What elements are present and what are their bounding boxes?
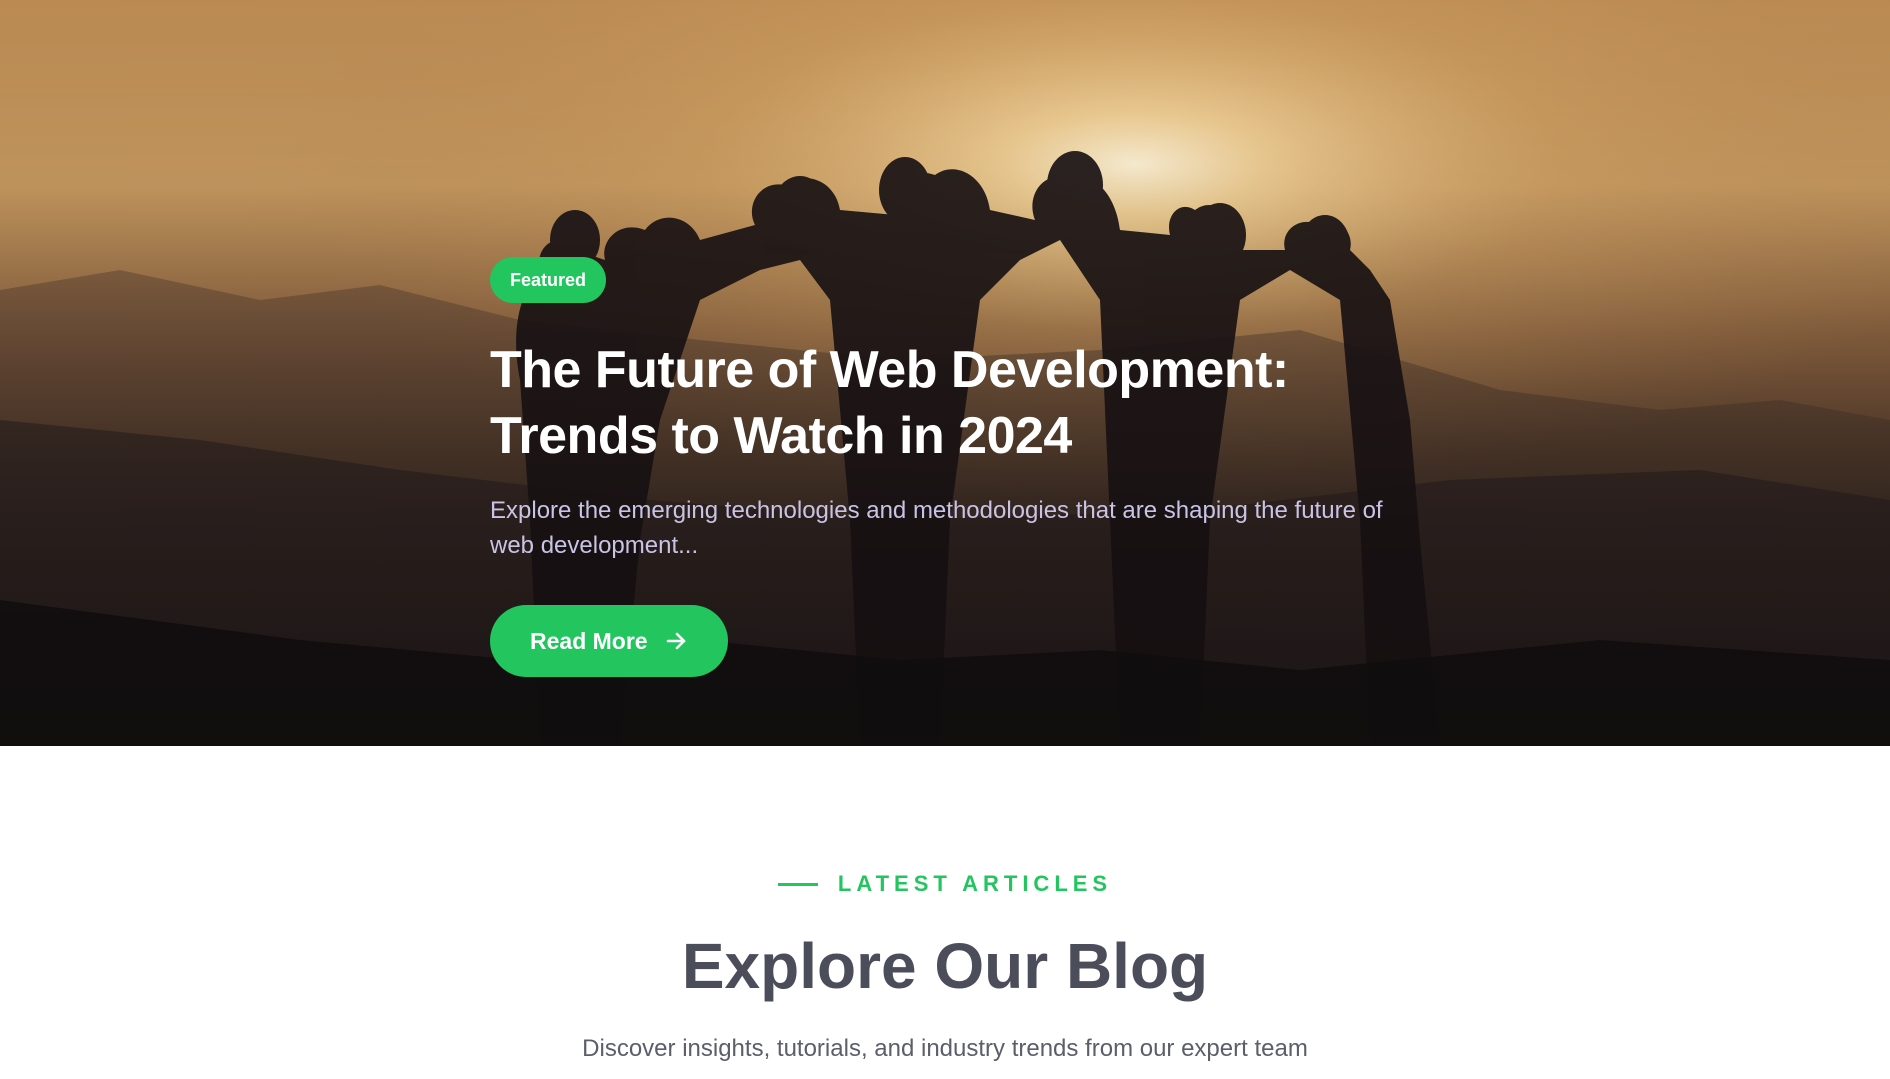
latest-articles-section: LATEST ARTICLES Explore Our Blog Discove… [0, 746, 1890, 1079]
arrow-right-icon [666, 632, 685, 650]
read-more-button[interactable]: Read More [490, 605, 728, 677]
featured-hero: Featured The Future of Web Development: … [0, 0, 1890, 746]
section-title: Explore Our Blog [681, 930, 1209, 1002]
featured-badge: Featured [490, 257, 607, 303]
eyebrow-divider [777, 882, 818, 886]
eyebrow-label: LATEST ARTICLES [837, 871, 1113, 896]
hero-excerpt: Explore the emerging technologies and me… [490, 497, 1383, 559]
read-more-label: Read More [530, 627, 648, 654]
section-subtitle: Discover insights, tutorials, and indust… [582, 1035, 1308, 1062]
hero-content: Featured The Future of Web Development: … [490, 257, 1450, 677]
section-eyebrow: LATEST ARTICLES [0, 871, 1890, 897]
hero-title[interactable]: The Future of Web Development: Trends to… [490, 337, 1390, 469]
